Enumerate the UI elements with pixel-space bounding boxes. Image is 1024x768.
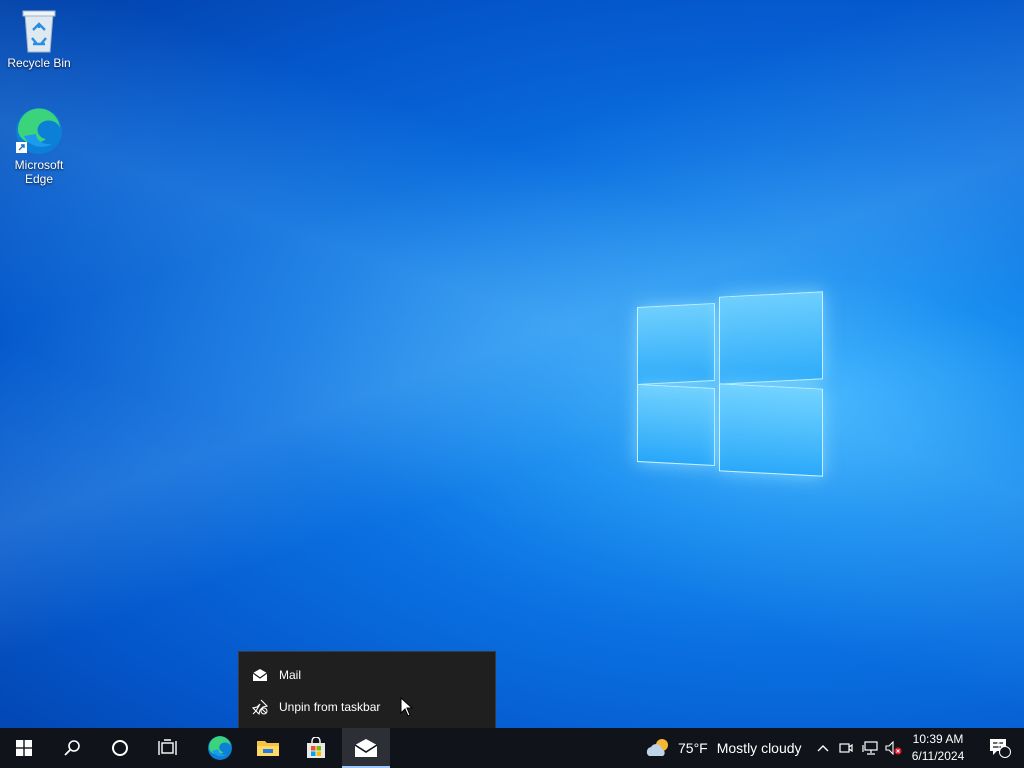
search-button[interactable]: [48, 728, 96, 768]
weather-widget[interactable]: 75°F Mostly cloudy: [645, 728, 802, 768]
menu-item-mail[interactable]: Mail: [239, 660, 495, 690]
taskbar-file-explorer-button[interactable]: [244, 728, 292, 768]
partly-cloudy-icon: [646, 739, 668, 756]
notification-count: 1: [996, 741, 1002, 752]
taskbar-edge-button[interactable]: [196, 728, 244, 768]
edge-icon: [16, 108, 62, 154]
taskbar-store-button[interactable]: [292, 728, 340, 768]
start-button[interactable]: [0, 728, 48, 768]
clock-time: 10:39 AM: [912, 732, 964, 746]
meet-now-button[interactable]: [834, 728, 858, 768]
search-icon: [64, 740, 80, 756]
taskbar-clock[interactable]: 10:39 AM 6/11/2024: [906, 731, 970, 765]
network-icon: [862, 741, 878, 755]
chevron-up-icon: [817, 745, 829, 752]
clock-date: 6/11/2024: [911, 749, 965, 763]
taskbar-jump-list-menu: Mail Unpin from taskbar: [238, 651, 496, 728]
recycle-bin-icon: [22, 10, 56, 53]
action-center-button[interactable]: 1: [976, 728, 1024, 768]
desktop: Recycle Bin Microsoft Edge Mail Unpin fr…: [0, 0, 1024, 728]
volume-button[interactable]: [882, 728, 906, 768]
cortana-button[interactable]: [96, 728, 144, 768]
mail-icon: [354, 739, 378, 757]
taskbar: 75°F Mostly cloudy 10:39 AM 6/11/2024 1: [0, 728, 1024, 768]
windows-logo-wallpaper: [630, 288, 830, 483]
recycle-bin-label: Recycle Bin: [7, 56, 71, 70]
weather-condition: Mostly cloudy: [716, 740, 802, 756]
volume-muted-icon: [885, 741, 902, 755]
weather-temperature: 75°F: [678, 740, 708, 756]
desktop-icon-microsoft-edge[interactable]: Microsoft Edge: [1, 106, 77, 186]
mail-icon: [251, 666, 269, 684]
menu-item-unpin-label: Unpin from taskbar: [279, 700, 381, 714]
folder-icon: [257, 741, 279, 756]
wallpaper-light-beam: [0, 0, 1024, 728]
edge-icon: [208, 736, 232, 760]
menu-item-mail-label: Mail: [279, 668, 302, 682]
edge-label: Microsoft Edge: [14, 158, 64, 186]
menu-item-unpin-from-taskbar[interactable]: Unpin from taskbar: [239, 692, 495, 722]
cortana-circle-icon: [112, 740, 128, 756]
mouse-cursor-icon: [400, 697, 414, 717]
desktop-icon-recycle-bin[interactable]: Recycle Bin: [1, 8, 77, 70]
store-bag-icon: [307, 737, 325, 758]
windows-start-icon: [16, 740, 32, 756]
task-view-button[interactable]: [144, 728, 192, 768]
task-view-icon: [158, 739, 177, 755]
meet-now-icon: [839, 743, 853, 753]
unpin-icon: [251, 698, 269, 716]
show-hidden-icons-button[interactable]: [810, 728, 836, 768]
network-button[interactable]: [858, 728, 882, 768]
taskbar-mail-button[interactable]: [342, 728, 390, 768]
